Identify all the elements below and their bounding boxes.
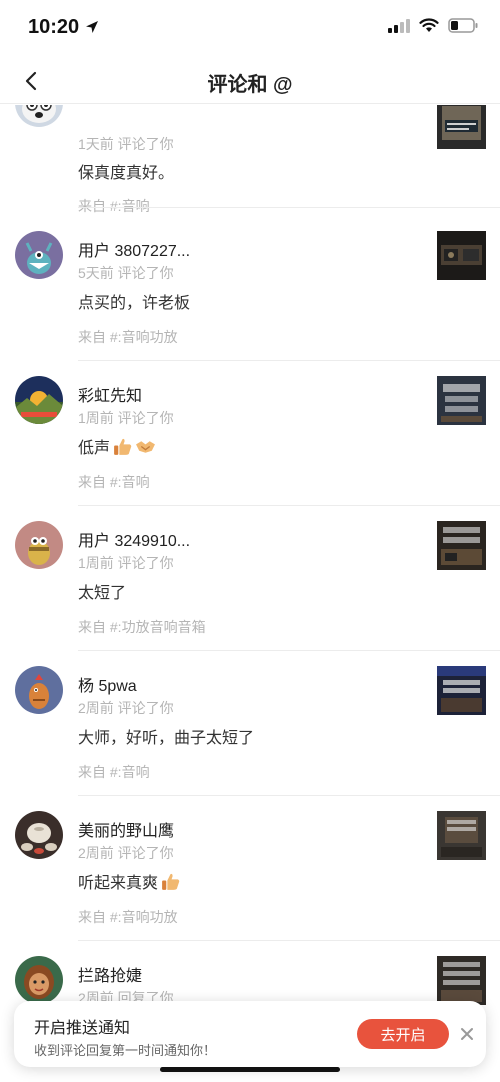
avatar[interactable] <box>15 105 63 127</box>
comment-meta: 2周前 评论了你 <box>78 700 174 716</box>
comment-text: 点买的，许老板 <box>78 289 190 313</box>
comment-text: 大师，好听，曲子太短了 <box>78 724 254 748</box>
girl-avatar-icon <box>15 956 63 1004</box>
enable-notifications-button[interactable]: 去开启 <box>357 1019 449 1049</box>
avatar[interactable] <box>15 956 63 1004</box>
comment-item[interactable]: 用户 3249910... 1周前 评论了你 太短了 来自 #:功放音响音箱 <box>0 506 500 651</box>
comment-source[interactable]: 来自 #:音响功放 <box>78 327 178 347</box>
monster-avatar-icon <box>15 231 63 279</box>
username[interactable]: 拦路抢婕 <box>78 962 142 986</box>
comment-item[interactable]: 杨 5pwa 2周前 评论了你 大师，好听，曲子太短了 来自 #:音响 <box>0 651 500 796</box>
comment-text: 保真度真好。 <box>78 159 174 183</box>
video-thumbnail[interactable] <box>437 811 486 860</box>
comment-meta: 1周前 评论了你 <box>78 410 174 426</box>
status-indicators <box>388 18 478 33</box>
tea-set-avatar-icon <box>15 811 63 859</box>
comment-source[interactable]: 来自 #:音响 <box>78 196 150 216</box>
comment-source[interactable]: 来自 #:音响 <box>78 762 150 782</box>
audio-equipment-thumbnail-icon <box>437 231 486 280</box>
comment-text-content: 大师，好听，曲子太短了 <box>78 730 255 747</box>
avatar[interactable] <box>15 666 63 714</box>
comment-item[interactable]: 彩虹先知 1周前 评论了你 低声 来自 #:音响 <box>0 361 500 506</box>
audio-equipment-thumbnail-icon <box>437 376 486 425</box>
avatar[interactable] <box>15 521 63 569</box>
video-thumbnail[interactable] <box>437 231 486 280</box>
comment-item[interactable]: 用户 3807227... 5天前 评论了你 点买的，许老板 来自 #:音响功放 <box>0 216 500 361</box>
username[interactable]: 用户 3807227... <box>78 237 190 261</box>
landscape-avatar-icon <box>15 376 63 424</box>
comment-item[interactable]: 美丽的野山鹰 2周前 评论了你 听起来真爽 来自 #:音响功放 <box>0 796 500 941</box>
prompt-title: 开启推送通知 <box>34 1020 131 1037</box>
comment-text: 太短了 <box>78 579 126 603</box>
home-indicator[interactable] <box>160 1067 340 1072</box>
username[interactable]: 美丽的野山鹰 <box>78 817 174 841</box>
comment-meta: 1天前 评论了你 <box>78 136 174 152</box>
thumbs-up-emoji <box>162 873 180 890</box>
video-thumbnail[interactable] <box>437 376 486 425</box>
audio-equipment-thumbnail-icon <box>437 956 486 1005</box>
comment-text-content: 点买的，许老板 <box>78 295 191 312</box>
creature-avatar-icon <box>15 521 63 569</box>
dog-avatar-icon <box>15 105 63 127</box>
audio-equipment-thumbnail-icon <box>437 811 486 860</box>
handshake-emoji <box>136 440 155 453</box>
comment-item[interactable]: 1天前 评论了你 保真度真好。 来自 #:音响 <box>0 105 500 214</box>
rooster-avatar-icon <box>15 666 63 714</box>
comment-meta: 1周前 评论了你 <box>78 555 174 571</box>
username[interactable]: 彩虹先知 <box>78 382 142 406</box>
status-bar: 10:20 <box>0 0 500 58</box>
audio-equipment-thumbnail-icon <box>437 521 486 570</box>
video-thumbnail[interactable] <box>437 666 486 715</box>
comment-text-content: 太短了 <box>78 585 127 602</box>
status-time: 10:20 <box>28 16 80 38</box>
video-thumbnail[interactable] <box>437 105 486 149</box>
avatar[interactable] <box>15 376 63 424</box>
comment-source[interactable]: 来自 #:功放音响音箱 <box>78 617 206 637</box>
comment-text: 听起来真爽 <box>78 869 181 893</box>
comment-source[interactable]: 来自 #:音响 <box>78 472 150 492</box>
close-icon[interactable] <box>458 1025 476 1043</box>
comment-meta: 5天前 评论了你 <box>78 265 174 281</box>
username[interactable]: 杨 5pwa <box>78 672 137 696</box>
location-arrow-icon <box>86 21 98 33</box>
comment-text: 低声 <box>78 434 156 458</box>
comment-text-content: 听起来真爽 <box>78 875 159 892</box>
navigation-bar: 评论和 @ <box>0 58 500 104</box>
username[interactable]: 用户 3249910... <box>78 527 190 551</box>
comment-meta: 2周前 评论了你 <box>78 845 174 861</box>
comment-text-content: 低声 <box>78 440 111 457</box>
wifi-icon <box>419 18 439 32</box>
thumbs-up-emoji <box>114 438 132 455</box>
video-thumbnail[interactable] <box>437 521 486 570</box>
cellular-signal-icon <box>388 18 410 33</box>
comment-list[interactable]: 1天前 评论了你 保真度真好。 来自 #:音响 用户 3807227... 5天… <box>0 105 500 1082</box>
avatar[interactable] <box>15 231 63 279</box>
battery-icon <box>448 18 478 33</box>
audio-equipment-thumbnail-icon <box>437 105 486 149</box>
video-thumbnail[interactable] <box>437 956 486 1005</box>
page-title: 评论和 @ <box>207 74 293 96</box>
divider <box>78 207 500 208</box>
comment-source[interactable]: 来自 #:音响功放 <box>78 907 178 927</box>
comment-text-content: 保真度真好。 <box>78 165 175 182</box>
avatar[interactable] <box>15 811 63 859</box>
prompt-subtitle: 收到评论回复第一时间通知你！ <box>34 1043 217 1058</box>
audio-equipment-thumbnail-icon <box>437 666 486 715</box>
push-notification-prompt: 开启推送通知 收到评论回复第一时间通知你！ 去开启 <box>14 1001 486 1067</box>
